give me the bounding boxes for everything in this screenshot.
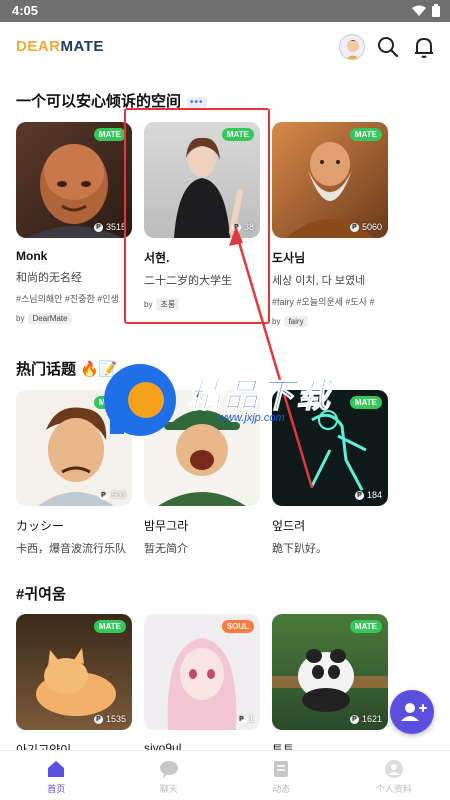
watermark-url: www.jxjp.com — [218, 412, 285, 424]
profile-icon — [384, 760, 403, 778]
watermark-text: 精品下载 — [188, 377, 332, 416]
watermark: 精品下载 www.jxjp.com — [100, 360, 360, 440]
bottom-nav: 首页 聊天 动态 个人资料 — [0, 750, 450, 800]
home-icon — [48, 761, 65, 777]
chat-icon — [159, 761, 178, 778]
nav-label: 个人资料 — [375, 784, 412, 794]
nav-profile[interactable]: 个人资料 — [338, 751, 450, 800]
nav-home[interactable]: 首页 — [0, 751, 113, 800]
add-friend-fab[interactable] — [390, 690, 434, 734]
nav-feed[interactable]: 动态 — [225, 751, 338, 800]
nav-label: 聊天 — [159, 784, 178, 794]
nav-chat[interactable]: 聊天 — [113, 751, 226, 800]
nav-label: 动态 — [272, 784, 291, 794]
add-user-icon — [401, 703, 427, 721]
feed-icon — [274, 761, 289, 777]
nav-label: 首页 — [47, 784, 66, 794]
watermark-logo-icon — [104, 364, 176, 436]
